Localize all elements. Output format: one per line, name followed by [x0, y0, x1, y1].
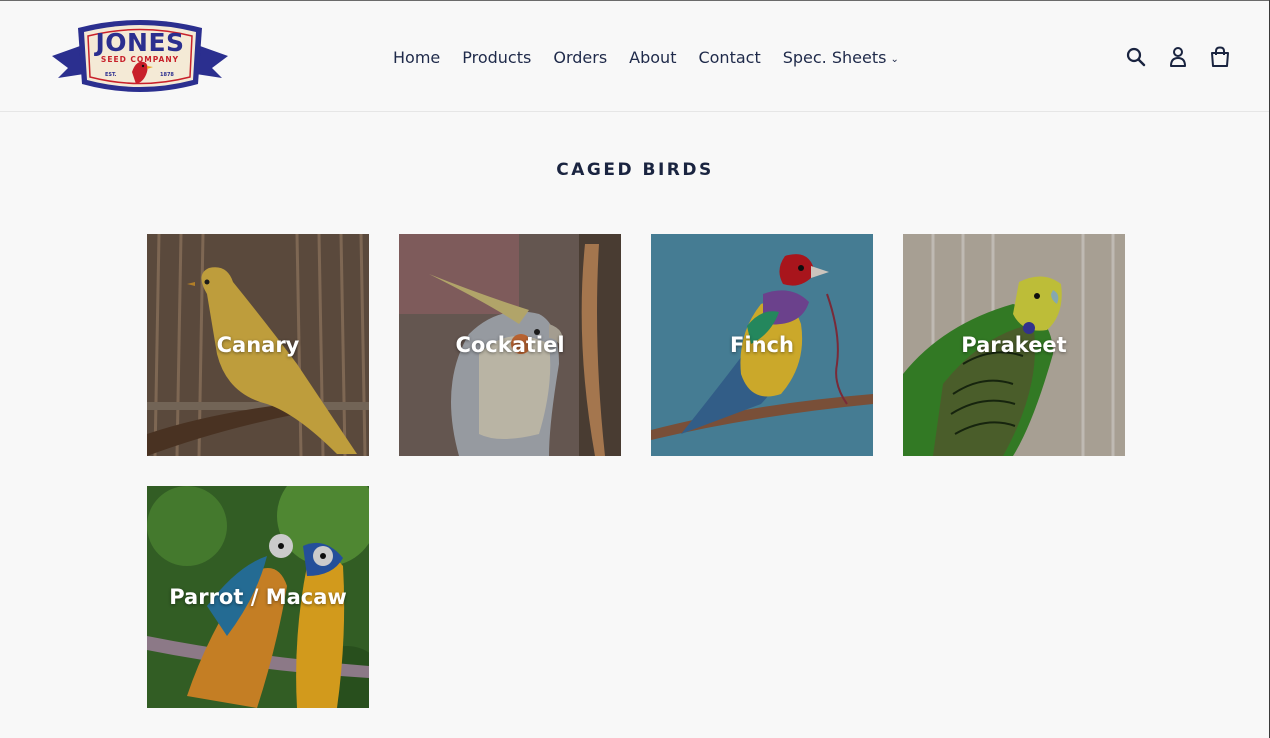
nav-home[interactable]: Home	[382, 48, 451, 67]
account-button[interactable]	[1166, 43, 1190, 71]
nav-spec-sheets[interactable]: Spec. Sheets ⌄	[772, 48, 910, 67]
logo-est-left: EST.	[105, 72, 117, 78]
cart-button[interactable]	[1208, 43, 1232, 71]
site-header: JONES SEED COMPANY EST. 1878 Home Produc…	[0, 1, 1270, 112]
search-icon	[1126, 47, 1146, 67]
collection-label-parakeet: Parakeet	[961, 333, 1067, 357]
collection-card-cockatiel[interactable]: Cockatiel	[399, 234, 621, 456]
search-button[interactable]	[1124, 43, 1148, 71]
brand-logo[interactable]: JONES SEED COMPANY EST. 1878	[50, 14, 230, 100]
chevron-down-icon: ⌄	[890, 53, 899, 65]
nav-products[interactable]: Products	[451, 48, 542, 67]
account-icon	[1170, 47, 1186, 67]
nav-orders[interactable]: Orders	[542, 48, 618, 67]
header-actions	[1124, 43, 1232, 71]
cart-icon	[1211, 46, 1229, 67]
nav-contact[interactable]: Contact	[687, 48, 771, 67]
collection-label-canary: Canary	[216, 333, 300, 357]
page-title: CAGED BIRDS	[556, 160, 714, 180]
collection-label-parrot-macaw: Parrot / Macaw	[169, 585, 347, 609]
logo-est-right: 1878	[160, 72, 174, 78]
logo-tagline: SEED COMPANY	[100, 55, 180, 64]
collection-card-parakeet[interactable]: Parakeet	[903, 234, 1125, 456]
nav-spec-sheets-label: Spec. Sheets	[782, 47, 887, 67]
collection-label-cockatiel: Cockatiel	[455, 333, 565, 357]
collection-card-finch[interactable]: Finch	[651, 234, 873, 456]
collection-card-parrot-macaw[interactable]: Parrot / Macaw	[147, 486, 369, 708]
nav-about[interactable]: About	[618, 48, 687, 67]
logo-wordmark: JONES	[95, 28, 185, 57]
collection-label-finch: Finch	[730, 333, 794, 357]
main-nav: Home Products Orders About Contact Spec.…	[382, 43, 910, 71]
collection-card-canary[interactable]: Canary	[147, 234, 369, 456]
